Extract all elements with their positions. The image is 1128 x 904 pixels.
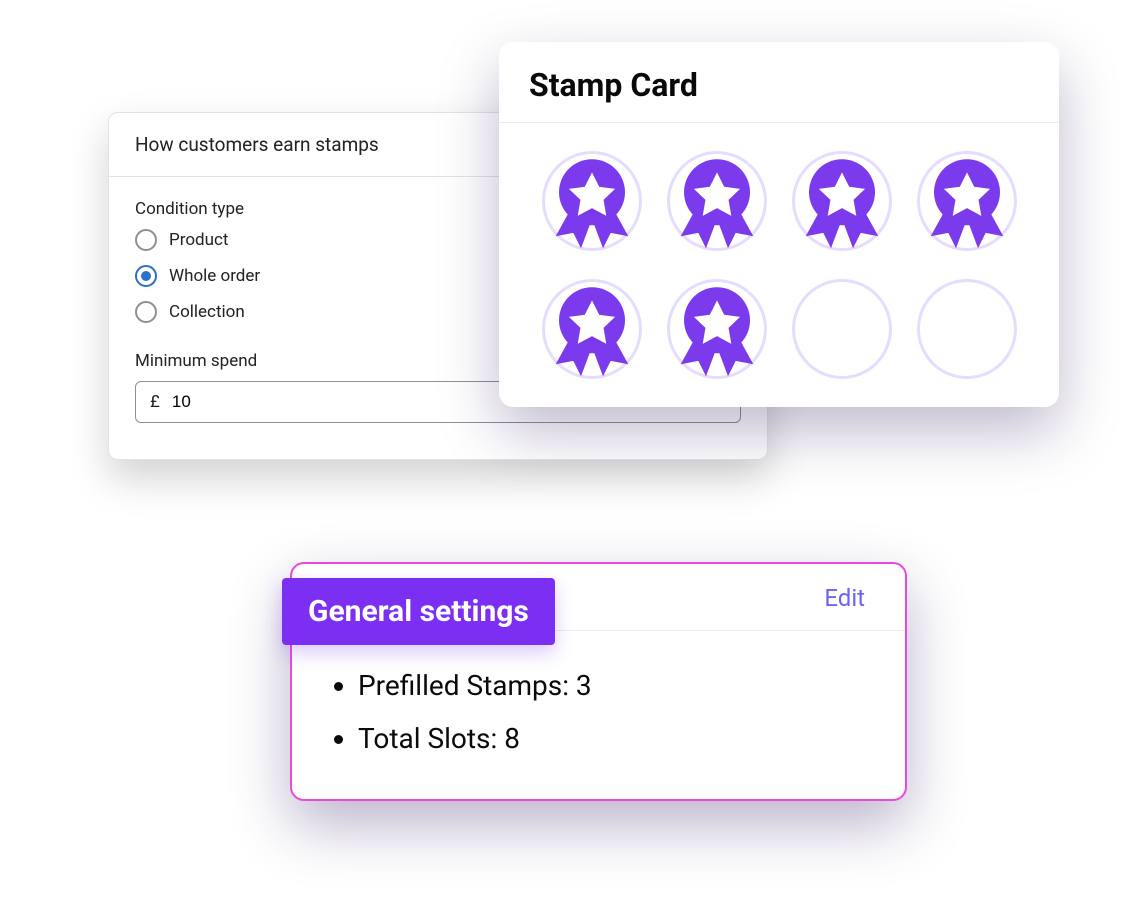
stamp-slot <box>667 151 767 251</box>
stamp-slot <box>917 151 1017 251</box>
settings-item: Total Slots: 8 <box>358 712 859 765</box>
stamp-badge-icon <box>910 144 1024 258</box>
radio-label: Product <box>169 230 228 250</box>
radio-label: Whole order <box>169 266 260 286</box>
settings-header: General settings Edit <box>292 564 905 631</box>
currency-symbol: £ <box>150 392 160 412</box>
stamp-slot <box>542 279 642 379</box>
stamp-badge-icon <box>660 144 774 258</box>
stamp-grid <box>499 123 1059 379</box>
stamp-badge-icon <box>535 144 649 258</box>
radio-label: Collection <box>169 302 245 322</box>
stamp-badge-icon <box>785 144 899 258</box>
stamp-slot <box>792 279 892 379</box>
stamp-slot <box>917 279 1017 379</box>
stamp-card-title: Stamp Card <box>499 42 1059 122</box>
general-settings-card: General settings Edit Prefilled Stamps: … <box>290 562 907 801</box>
stamp-slot <box>792 151 892 251</box>
radio-icon <box>135 301 157 323</box>
stamp-slot <box>667 279 767 379</box>
stamp-badge-icon <box>660 272 774 386</box>
settings-title-badge: General settings <box>282 578 555 645</box>
radio-icon <box>135 265 157 287</box>
radio-icon <box>135 229 157 251</box>
settings-item: Prefilled Stamps: 3 <box>358 659 859 712</box>
stamp-badge-icon <box>535 272 649 386</box>
stamp-card: Stamp Card <box>499 42 1059 407</box>
edit-button[interactable]: Edit <box>824 584 865 612</box>
stamp-slot <box>542 151 642 251</box>
settings-body: Prefilled Stamps: 3Total Slots: 8 <box>292 631 905 799</box>
